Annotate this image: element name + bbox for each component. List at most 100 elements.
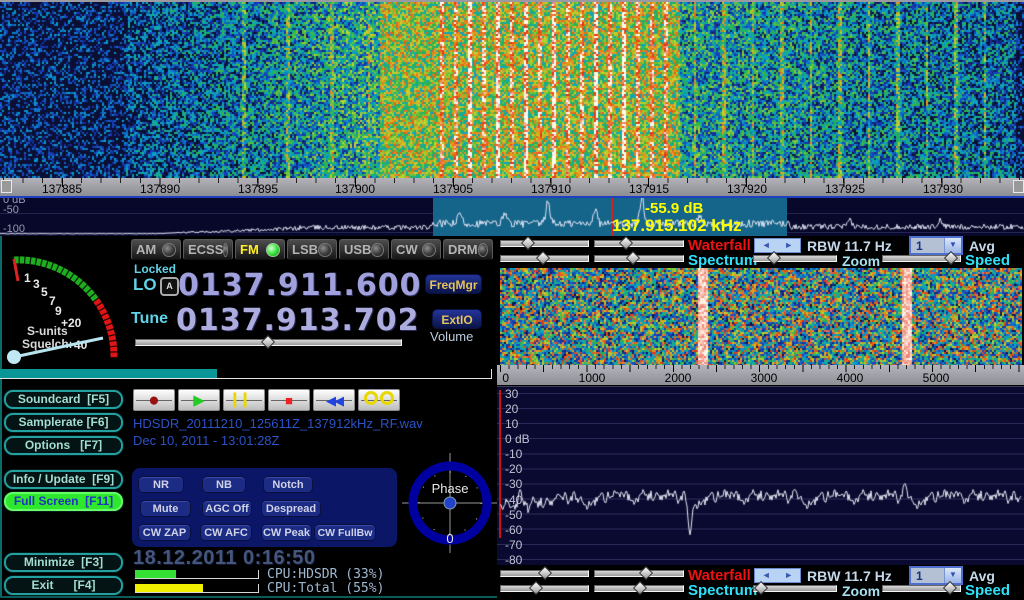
freq-tick-label: 137890 (129, 182, 191, 196)
mode-label: CW (396, 242, 418, 257)
playback-progress-track[interactable] (0, 369, 492, 379)
slider-thumb[interactable] (767, 251, 781, 265)
tune-frequency-display[interactable]: 0137.913.702 (176, 303, 420, 338)
freqmgr-button[interactable]: FreqMgr (425, 274, 482, 294)
lower-avg-dropdown[interactable]: 1 ▼ (909, 566, 963, 585)
rbw-increase-icon[interactable]: ► (778, 569, 801, 582)
mode-label: LSB (292, 242, 318, 257)
mode-button-lsb[interactable]: LSB (287, 239, 337, 260)
exit-button[interactable]: Exit [F4] (4, 576, 123, 595)
waterfall-contrast-slider[interactable] (594, 240, 684, 247)
speed-slider[interactable] (882, 255, 961, 262)
nb-button[interactable]: NB (202, 476, 246, 493)
rbw-increase-icon[interactable]: ► (778, 239, 801, 252)
stop-icon: ■ (285, 394, 293, 407)
spectrum-brightness-slider[interactable] (500, 255, 589, 262)
slider-thumb[interactable] (619, 236, 633, 250)
mute-button[interactable]: Mute (140, 500, 191, 517)
s-meter-tick-3: 3 (33, 277, 40, 291)
lo-mode-badge[interactable]: A (160, 277, 179, 296)
lower-waterfall-brightness-slider[interactable] (500, 570, 589, 577)
lower-zoom-label: Zoom (842, 583, 880, 599)
cw-afc-button[interactable]: CW AFC (200, 524, 252, 541)
spectrum-label: Spectrum (688, 252, 757, 269)
s-units-label: S-units (27, 324, 68, 338)
slider-thumb[interactable] (633, 581, 647, 595)
lower-waterfall-contrast-slider[interactable] (594, 570, 684, 577)
audio-freq-tick-label: 4000 (825, 371, 875, 385)
loop-button[interactable] (358, 389, 400, 411)
stop-button[interactable]: ■ (268, 389, 310, 411)
info-update-button[interactable]: Info / Update [F9] (4, 470, 123, 489)
slider-thumb[interactable] (521, 236, 535, 250)
lower-spectrum-contrast-slider[interactable] (594, 585, 684, 592)
rbw-spinner[interactable]: ◄ ► (754, 238, 801, 253)
cursor-freq-readout: 137.915.102 kHz (612, 216, 742, 236)
mode-button-fm[interactable]: FM (235, 239, 285, 260)
mode-button-am[interactable]: AM (131, 239, 181, 260)
soundcard-button[interactable]: Soundcard [F5] (4, 390, 123, 409)
slider-thumb[interactable] (538, 566, 552, 580)
volume-slider[interactable] (135, 339, 402, 346)
cpu-total-fill (135, 584, 203, 592)
options-button[interactable]: Options [F7] (4, 436, 123, 455)
db-label-50: -50 (3, 204, 19, 216)
mode-label: AM (136, 242, 156, 257)
agc-button[interactable]: AGC Off (202, 500, 252, 517)
mode-label: USB (344, 242, 371, 257)
avg-value: 1 (911, 239, 944, 253)
audio-waterfall-display[interactable] (500, 268, 1022, 365)
scale-left-endbox[interactable] (1, 180, 12, 193)
spectrum-contrast-slider[interactable] (594, 255, 684, 262)
cw-peak-button[interactable]: CW Peak (261, 524, 312, 541)
minimize-button[interactable]: Minimize [F3] (4, 553, 123, 572)
extio-button[interactable]: ExtIO (432, 309, 482, 329)
dropdown-arrow-icon[interactable]: ▼ (944, 568, 961, 583)
mode-button-usb[interactable]: USB (339, 239, 389, 260)
scale-right-endbox[interactable] (1013, 180, 1024, 193)
mode-button-ecss[interactable]: ECSS (183, 239, 233, 260)
play-button[interactable]: ▶ (178, 389, 220, 411)
playback-progress-fill (0, 369, 217, 378)
fullscreen-button[interactable]: Full Screen [F11] (4, 492, 123, 511)
samplerate-button[interactable]: Samplerate [F6] (4, 413, 123, 432)
dropdown-arrow-icon[interactable]: ▼ (944, 238, 961, 253)
main-waterfall-canvas[interactable] (0, 2, 1024, 178)
notch-button[interactable]: Notch (263, 476, 313, 493)
rewind-button[interactable]: ◀◀ (313, 389, 355, 411)
avg-dropdown[interactable]: 1 ▼ (909, 236, 963, 255)
slider-thumb[interactable] (529, 581, 543, 595)
freq-tick-label: 137885 (31, 182, 93, 196)
audio-spectrum-trace (497, 387, 1024, 565)
lower-zoom-slider[interactable] (753, 585, 837, 592)
despread-button[interactable]: Despread (261, 500, 321, 517)
main-frequency-scale[interactable]: 137885 137890 137895 137900 137905 13791… (0, 178, 1024, 196)
s-meter: 1 3 5 7 9 +20 +40 S-units Squelch (0, 238, 127, 370)
slider-thumb[interactable] (535, 251, 549, 265)
lower-speed-slider[interactable] (882, 585, 961, 592)
rbw-decrease-icon[interactable]: ◄ (755, 569, 778, 582)
freq-tick-label: 137915 (618, 182, 680, 196)
cw-fullbw-button[interactable]: CW FullBw (314, 524, 376, 541)
waterfall-brightness-slider[interactable] (500, 240, 589, 247)
main-waterfall-display[interactable] (0, 0, 1024, 178)
cw-zap-button[interactable]: CW ZAP (138, 524, 191, 541)
slider-thumb[interactable] (626, 251, 640, 265)
zoom-slider[interactable] (753, 255, 837, 262)
nr-button[interactable]: NR (138, 476, 184, 493)
squelch-needle-pivot[interactable] (7, 350, 21, 364)
lower-spectrum-brightness-slider[interactable] (500, 585, 589, 592)
lower-speed-label: Speed (965, 582, 1010, 599)
pause-button[interactable]: ▎▎ (223, 389, 265, 411)
speed-label: Speed (965, 252, 1010, 269)
record-button[interactable]: ● (133, 389, 175, 411)
main-spectrum-display[interactable]: 0 dB -50 -100 -55.9 dB 137.915.102 kHz (0, 196, 1024, 236)
rbw-decrease-icon[interactable]: ◄ (755, 239, 778, 252)
audio-frequency-scale[interactable]: 0 1000 2000 3000 4000 5000 (497, 365, 1024, 385)
dsp-panel: NR NB Notch Mute AGC Off Despread CW ZAP… (132, 468, 397, 547)
mode-button-cw[interactable]: CW (391, 239, 441, 260)
slider-thumb[interactable] (639, 566, 653, 580)
lo-frequency-display[interactable]: 0137.911.600 (178, 268, 422, 303)
mode-button-drm[interactable]: DRM (443, 239, 493, 260)
audio-spectrum-display[interactable]: 30 20 10 0 dB -10 -20 -30 -40 -50 -60 -7… (497, 386, 1024, 565)
